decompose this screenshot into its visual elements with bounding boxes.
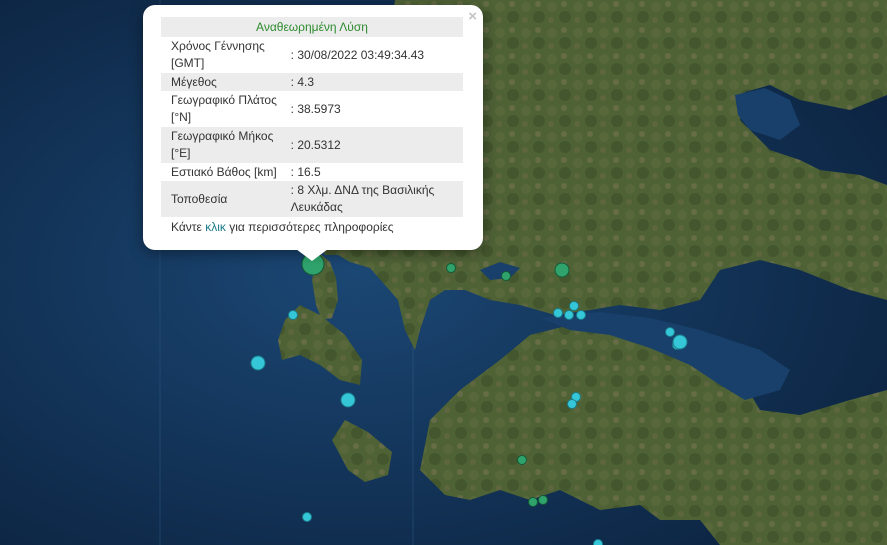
earthquake-marker[interactable] — [665, 327, 675, 337]
earthquake-details-table: Χρόνος Γέννησης [GMT] : 30/08/2022 03:49… — [161, 37, 463, 217]
earthquake-marker[interactable] — [250, 355, 266, 371]
detail-row-depth: Εστιακό Βάθος [km] : 16.5 — [161, 163, 463, 181]
earthquake-marker[interactable] — [576, 310, 586, 320]
earthquake-marker[interactable] — [569, 301, 579, 311]
earthquake-marker[interactable] — [501, 271, 511, 281]
earthquake-marker[interactable] — [528, 497, 538, 507]
detail-row-origin-time: Χρόνος Γέννησης [GMT] : 30/08/2022 03:49… — [161, 37, 463, 73]
earthquake-marker[interactable] — [340, 392, 356, 408]
detail-label: Εστιακό Βάθος [km] — [171, 164, 277, 179]
more-info-suffix: για περισσότερες πληροφορίες — [225, 220, 394, 234]
earthquake-marker[interactable] — [538, 495, 548, 505]
detail-value: : 30/08/2022 03:49:34.43 — [290, 47, 425, 62]
earthquake-popup: × Αναθεωρημένη Λύση Χρόνος Γέννησης [GMT… — [143, 5, 483, 250]
earthquake-marker[interactable] — [288, 310, 298, 320]
more-info-link[interactable]: κλικ — [205, 220, 226, 234]
earthquake-marker[interactable] — [446, 263, 456, 273]
detail-label: Τοποθεσία — [161, 181, 291, 217]
earthquake-marker[interactable] — [564, 310, 574, 320]
detail-row-magnitude: Μέγεθος : 4.3 — [161, 73, 463, 91]
earthquake-marker[interactable] — [302, 512, 312, 522]
detail-label: Γεωγραφικό Πλάτος [°N] — [171, 93, 277, 124]
detail-value: : 4.3 — [290, 73, 463, 91]
detail-label: Μέγεθος — [161, 73, 291, 91]
earthquake-marker[interactable] — [554, 262, 570, 278]
earthquake-marker[interactable] — [553, 308, 563, 318]
popup-title: Αναθεωρημένη Λύση — [161, 17, 463, 37]
detail-label: Γεωγραφικό Μήκος [°E] — [161, 127, 291, 163]
detail-label: Χρόνος Γέννησης [GMT] — [171, 39, 265, 70]
popup-pointer — [296, 249, 328, 261]
detail-row-latitude: Γεωγραφικό Πλάτος [°N] : 38.5973 — [161, 91, 463, 127]
detail-value: : 16.5 — [290, 164, 321, 179]
detail-row-longitude: Γεωγραφικό Μήκος [°E] : 20.5312 — [161, 127, 463, 163]
earthquake-marker[interactable] — [593, 539, 603, 545]
more-info-text: Κάντε κλικ για περισσότερες πληροφορίες — [171, 220, 463, 234]
more-info-prefix: Κάντε — [171, 220, 206, 234]
detail-value: : 20.5312 — [290, 127, 463, 163]
earthquake-marker[interactable] — [517, 455, 527, 465]
earthquake-marker[interactable] — [567, 399, 577, 409]
detail-row-location: Τοποθεσία : 8 Χλμ. ΔΝΔ της Βασιλικής Λευ… — [161, 181, 463, 217]
detail-value: : 38.5973 — [290, 101, 341, 116]
close-icon[interactable]: × — [468, 8, 477, 26]
earthquake-marker[interactable] — [672, 334, 688, 350]
detail-value: : 8 Χλμ. ΔΝΔ της Βασιλικής Λευκάδας — [290, 181, 463, 217]
